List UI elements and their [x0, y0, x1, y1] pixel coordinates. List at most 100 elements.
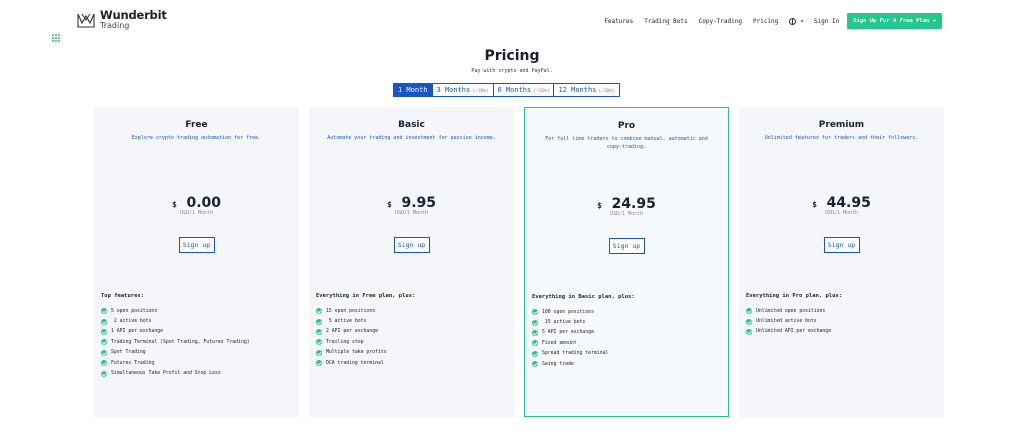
signup-button[interactable]: Sign up: [823, 237, 860, 253]
feature-item: Futures Trading: [101, 358, 292, 368]
feature-item: 5 API per exchange: [532, 328, 721, 338]
nav-trading-bots[interactable]: Trading Bots: [644, 18, 687, 25]
signup-button[interactable]: Sign up: [178, 237, 215, 253]
sign-in-link[interactable]: Sign In: [814, 18, 839, 25]
features-heading: Everything in Pro plan, plus:: [746, 293, 843, 299]
feature-list: Everything in Pro plan, plus: Unlimited …: [746, 293, 937, 337]
plan-name: Premium: [818, 120, 865, 130]
feature-item: Spread trading terminal: [532, 349, 721, 359]
check-icon: [101, 328, 107, 335]
feature-item: 2 API per exchange: [316, 327, 507, 337]
check-icon: [532, 329, 538, 336]
plan-description: For full time traders to combine manual,…: [545, 136, 708, 150]
plan-period: USD/1 Month: [394, 210, 429, 216]
check-icon: [532, 340, 538, 347]
feature-item: Unlimited open positions: [746, 306, 937, 316]
feature-item: Trading Terminal (Spot Trading, Futures …: [101, 337, 292, 347]
features-heading: Everything in Free plan, plus:: [316, 293, 416, 299]
plan-price: $ 0.00: [171, 195, 221, 211]
plan-description: Explore crypto trading automation for fr…: [131, 135, 262, 141]
feature-item: 15 active bots: [532, 317, 721, 327]
check-icon: [101, 308, 107, 315]
plan-name: Basic: [398, 120, 425, 130]
check-icon: [532, 350, 538, 357]
plan-card-basic: Basic Automate your trading and investme…: [309, 107, 514, 417]
feature-item: Spot Trading: [101, 348, 292, 358]
tab-12-months[interactable]: 12 Months (-20%): [553, 84, 618, 96]
plan-price: $ 24.95: [597, 196, 656, 212]
signup-free-plan-button[interactable]: Sign Up For A Free Plan →: [847, 13, 942, 29]
chevron-down-icon: ▾: [800, 17, 804, 25]
nav-features[interactable]: Features: [604, 18, 633, 25]
feature-item: 5 active bots: [316, 316, 507, 326]
main-nav: Features Trading Bots Copy-Trading Prici…: [604, 13, 942, 29]
check-icon: [316, 308, 322, 315]
check-icon: [532, 309, 538, 316]
plan-period: USD/1 Month: [609, 211, 644, 217]
feature-item: 100 open positions: [532, 307, 721, 317]
plan-period: USD/1 Month: [824, 210, 859, 216]
feature-item: 15 open positions: [316, 306, 507, 316]
check-icon: [101, 339, 107, 346]
billing-period-tabs: 1 Month 3 Months (-10%) 6 Months (-15%) 12…: [393, 83, 620, 97]
features-heading: Everything in Basic plan, plus:: [532, 294, 635, 300]
check-icon: [316, 349, 322, 356]
logo[interactable]: Wunderbit Trading: [76, 10, 167, 30]
check-icon: [316, 318, 322, 325]
feature-item: Unlimited API per exchange: [746, 327, 937, 337]
check-icon: [101, 349, 107, 356]
nav-pricing[interactable]: Pricing: [753, 18, 778, 25]
language-selector[interactable]: ▾: [789, 17, 804, 25]
plan-price: $ 44.95: [812, 195, 871, 211]
tab-6-months[interactable]: 6 Months (-15%): [492, 84, 554, 96]
logo-sub: Trading: [100, 20, 130, 30]
tab-1-month[interactable]: 1 Month: [394, 84, 432, 96]
check-icon: [101, 318, 107, 325]
check-icon: [746, 318, 752, 325]
check-icon: [101, 360, 107, 367]
check-icon: [746, 308, 752, 315]
nav-copy-trading[interactable]: Copy-Trading: [699, 18, 742, 25]
feature-list: Everything in Basic plan, plus: 100 open…: [532, 294, 721, 369]
page-title: Pricing: [484, 48, 540, 64]
tab-3-months[interactable]: 3 Months (-10%): [431, 84, 493, 96]
feature-list: Everything in Free plan, plus: 15 open p…: [316, 293, 507, 368]
page-subtitle: Pay with crypto and PayPal.: [471, 68, 553, 74]
signup-button[interactable]: Sign up: [393, 237, 430, 253]
plan-description: Unlimited features for traders and their…: [764, 135, 919, 141]
feature-item: Swing trade: [532, 359, 721, 369]
discount-badge: (-10%): [472, 89, 489, 94]
feature-item: 1 API per exchange: [101, 327, 292, 337]
check-icon: [316, 339, 322, 346]
discount-badge: (-15%): [533, 89, 550, 94]
plan-price: $ 9.95: [386, 195, 436, 211]
dots-icon: [52, 34, 61, 43]
check-icon: [746, 328, 752, 335]
check-icon: [101, 370, 107, 377]
check-icon: [532, 361, 538, 368]
plan-card-free: Free Explore crypto trading automation f…: [94, 107, 299, 417]
check-icon: [532, 319, 538, 326]
plan-name: Pro: [617, 121, 636, 131]
check-icon: [316, 328, 322, 335]
plan-description: Automate your trading and investment for…: [327, 135, 496, 141]
globe-icon: [789, 17, 797, 25]
discount-badge: (-20%): [598, 89, 615, 94]
feature-item: Trailing stop: [316, 337, 507, 347]
plan-card-premium: Premium Unlimited features for traders a…: [739, 107, 944, 417]
feature-item: Unlimited active bots: [746, 316, 937, 326]
features-heading: Top features:: [101, 293, 145, 299]
feature-item: DCA trading terminal: [316, 358, 507, 368]
feature-item: Multiple take profits: [316, 348, 507, 358]
plan-card-pro: Pro For full time traders to combine man…: [524, 107, 729, 417]
logo-icon: [77, 13, 95, 28]
signup-button[interactable]: Sign up: [608, 238, 645, 254]
site-header: Wunderbit Trading Features Trading Bots …: [0, 0, 1024, 42]
feature-item: Simultaneous Take Profit and Stop Loss: [101, 368, 292, 378]
plan-name: Free: [185, 120, 208, 130]
feature-item: 5 open positions: [101, 306, 292, 316]
feature-list: Top features: 5 open positions 2 active …: [101, 293, 292, 379]
feature-item: 2 active bots: [101, 316, 292, 326]
check-icon: [316, 360, 322, 367]
plan-period: USD/1 Month: [179, 210, 214, 216]
